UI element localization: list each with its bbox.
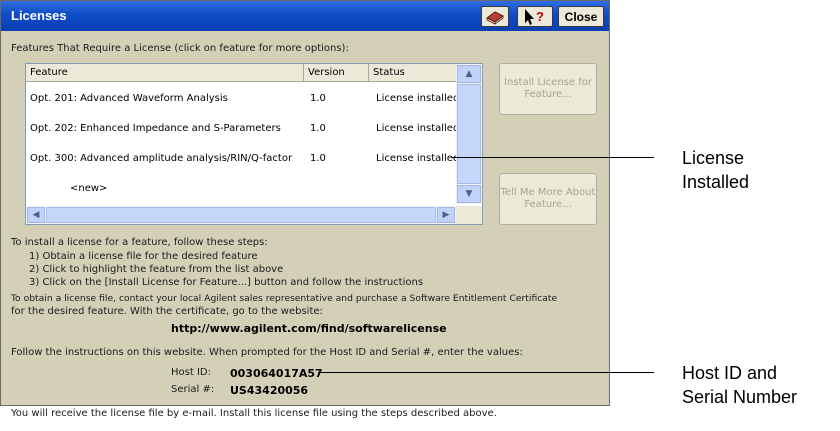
install-license-button[interactable]: Install License for Feature... [499, 63, 597, 115]
version-cell: 1.0 [310, 123, 326, 134]
title-bar: Licenses ? Close [1, 1, 609, 31]
instruction-step-3: 3) Click on the [Install License for Fea… [29, 277, 424, 288]
serial-label: Serial #: [171, 384, 215, 395]
feature-cell: Opt. 201: Advanced Waveform Analysis [30, 93, 228, 104]
scroll-right-button[interactable]: ▶ [437, 207, 455, 223]
scroll-down-button[interactable]: ▼ [457, 185, 481, 203]
features-table: Feature Version Status Opt. 201: Advance… [25, 63, 483, 225]
host-serial-callout-line [318, 372, 654, 373]
status-cell: License installed [376, 153, 460, 164]
licenses-dialog: Licenses ? Close Features That Require a… [0, 0, 610, 419]
close-button[interactable]: Close [558, 6, 604, 27]
column-header-feature[interactable]: Feature [26, 64, 304, 81]
obtain-text-line-1: To obtain a license file, contact your l… [11, 293, 558, 304]
host-id-label: Host ID: [171, 367, 211, 378]
instructions-intro: To install a license for a feature, foll… [11, 237, 268, 248]
column-header-status[interactable]: Status [369, 64, 456, 81]
license-installed-callout: License Installed [682, 146, 749, 194]
chevron-right-icon: ▶ [442, 210, 450, 220]
dialog-title: Licenses [11, 8, 67, 23]
tell-me-more-button[interactable]: Tell Me More About Feature... [499, 173, 597, 225]
email-note: You will receive the license file by e-m… [11, 408, 497, 419]
callout-text-line: Installed [682, 172, 750, 192]
scroll-up-button[interactable]: ▲ [457, 65, 481, 83]
feature-cell: Opt. 300: Advanced amplitude analysis/RI… [30, 153, 293, 164]
help-book-button[interactable] [481, 6, 509, 27]
obtain-text-line-2: for the desired feature. With the certif… [11, 306, 323, 317]
chevron-left-icon: ◀ [32, 210, 40, 220]
chevron-down-icon: ▼ [465, 189, 473, 199]
instruction-step-2: 2) Click to highlight the feature from t… [29, 264, 284, 275]
instruction-step-1: 1) Obtain a license file for the desired… [29, 251, 258, 262]
license-website-link[interactable]: http://www.agilent.com/find/softwarelice… [171, 322, 447, 335]
table-row[interactable]: Opt. 201: Advanced Waveform Analysis 1.0… [26, 85, 460, 113]
callout-text-line: Host ID and [682, 363, 778, 383]
version-cell: 1.0 [310, 153, 326, 164]
table-row[interactable]: Opt. 202: Enhanced Impedance and S-Param… [26, 115, 460, 143]
horizontal-scroll-thumb[interactable] [46, 207, 436, 223]
features-heading: Features That Require a License (click o… [11, 43, 349, 54]
chevron-up-icon: ▲ [465, 69, 473, 79]
license-installed-callout-line [452, 157, 654, 158]
version-cell: 1.0 [310, 93, 326, 104]
table-row[interactable]: Opt. 300: Advanced amplitude analysis/RI… [26, 145, 460, 173]
feature-cell: Opt. 202: Enhanced Impedance and S-Param… [30, 123, 281, 134]
scrollbar-corner [456, 206, 482, 224]
scroll-left-button[interactable]: ◀ [27, 207, 45, 223]
horizontal-scrollbar[interactable]: ◀ ▶ [26, 206, 456, 224]
serial-value: US43420056 [230, 384, 309, 397]
callout-text-line: License [682, 148, 745, 168]
table-row-new[interactable]: <new> [26, 175, 456, 203]
follow-instructions-text: Follow the instructions on this website.… [11, 347, 523, 358]
help-book-icon [486, 10, 504, 25]
callout-text-line: Serial Number [682, 387, 798, 407]
vertical-scrollbar[interactable]: ▲ ▼ [456, 64, 482, 204]
host-id-value: 003064017A57 [230, 367, 323, 380]
svg-text:?: ? [536, 9, 544, 24]
status-cell: License installed [376, 93, 460, 104]
vertical-scroll-thumb[interactable] [457, 84, 481, 184]
whats-this-cursor-icon: ? [525, 8, 544, 25]
column-header-version[interactable]: Version [304, 64, 369, 81]
status-cell: License installed [376, 123, 460, 134]
whats-this-button[interactable]: ? [517, 6, 553, 27]
feature-cell-new: <new> [70, 183, 108, 194]
host-serial-callout: Host ID and Serial Number [682, 361, 797, 409]
table-header: Feature Version Status [26, 64, 456, 82]
